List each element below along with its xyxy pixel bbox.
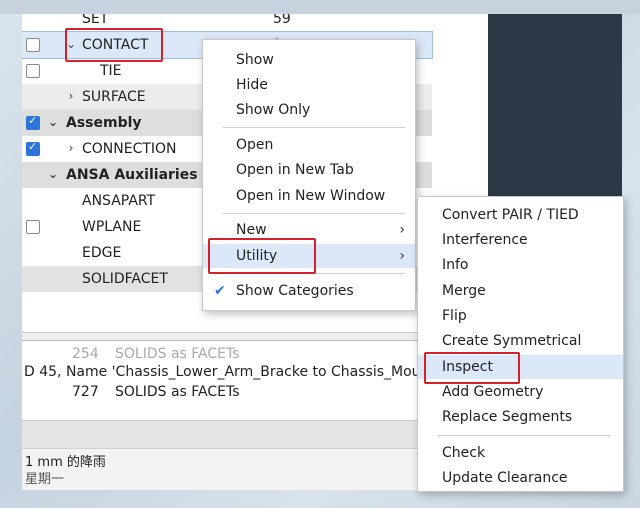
menu-item-show[interactable]: Show [203,48,415,72]
menu-item-label: Open [236,137,274,153]
submenu-item-update-clearance[interactable]: Update Clearance [418,466,623,490]
submenu-item-check[interactable]: Check [418,441,623,465]
submenu-item-label: Replace Segments [442,409,573,425]
submenu-item-info[interactable]: Info [418,253,623,277]
log-count: 254 [72,346,99,362]
submenu-item-merge[interactable]: Merge [418,279,623,303]
tree-group-label: ANSA Auxiliaries [66,167,198,183]
annotation-box-inspect [424,352,520,384]
annotation-box-utility [208,238,316,274]
chevron-down-icon[interactable]: ⌄ [47,166,59,182]
submenu-item-label: Merge [442,283,486,299]
weather-widget: 1 mm 的降雨 星期一 [22,448,417,490]
row-checkbox[interactable] [26,38,40,52]
menu-item-open-new-tab[interactable]: Open in New Tab [203,158,415,182]
menu-divider [223,127,405,128]
row-checkbox[interactable] [26,114,40,130]
chevron-right-icon[interactable]: › [65,88,77,104]
weather-text: 1 mm 的降雨 [25,455,106,470]
chevron-down-icon[interactable]: ⌄ [47,114,59,130]
menu-item-show-only[interactable]: Show Only [203,98,415,122]
top-strip [0,0,640,14]
log-text: SOLIDS as FACETs [115,384,240,400]
log-text: D 45, Name 'Chassis_Lower_Arm_Bracke to … [24,364,430,380]
submenu-item-label: Update Clearance [442,470,568,486]
log-count: 727 [72,384,99,400]
submenu-item-label: Check [442,445,486,461]
menu-item-label: Show Only [236,102,311,118]
checkmark-icon: ✔ [214,283,226,299]
menu-item-label: Open in New Tab [236,162,354,178]
tree-row-label: SET [82,14,109,27]
menu-item-show-categories[interactable]: ✔ Show Categories [203,279,415,303]
submenu-item-label: Flip [442,308,467,324]
log-text: SOLIDS as FACETs [115,346,240,362]
menu-item-label: Hide [236,77,268,93]
chevron-right-icon[interactable]: › [65,140,77,156]
submenu-item-convert-pair-tied[interactable]: Convert PAIR / TIED [418,203,623,227]
graphics-viewport[interactable] [488,14,622,198]
tree-row-label: ANSAPART [82,193,156,209]
submenu-item-interference[interactable]: Interference [418,228,623,252]
tree-row-count: 59 [273,14,291,27]
submenu-item-label: Interference [442,232,528,248]
submenu-item-label: Convert PAIR / TIED [442,207,579,223]
submenu-item-flip[interactable]: Flip [418,304,623,328]
utility-submenu: Convert PAIR / TIED Interference Info Me… [417,196,624,492]
chevron-right-icon: › [399,248,405,264]
submenu-item-label: Create Symmetrical [442,333,582,349]
submenu-item-create-symmetrical[interactable]: Create Symmetrical [418,329,623,353]
menu-item-open-new-window[interactable]: Open in New Window [203,184,415,208]
row-checkbox[interactable] [26,220,40,234]
tree-row-label: CONNECTION [82,141,177,157]
row-checkbox[interactable] [26,64,40,78]
tree-row-label: EDGE [82,245,122,261]
annotation-box-contact [65,28,163,62]
menu-item-label: Open in New Window [236,188,386,204]
tree-row-label: SURFACE [82,89,146,105]
tree-group-label: Assembly [66,115,142,131]
menu-item-label: Show Categories [236,283,354,299]
menu-divider [223,213,405,214]
tree-row-label: WPLANE [82,219,142,235]
menu-item-hide[interactable]: Hide [203,73,415,97]
row-checkbox[interactable] [26,140,40,156]
tree-row-label: TIE [100,63,122,79]
menu-divider [438,435,610,436]
menu-item-open[interactable]: Open [203,133,415,157]
command-bar [22,420,417,449]
tree-row-label: SOLIDFACET [82,271,168,287]
weekday-text: 星期一 [25,472,65,487]
chevron-right-icon: › [399,222,405,238]
submenu-item-label: Info [442,257,469,273]
message-log: 254 SOLIDS as FACETs D 45, Name 'Chassis… [22,340,429,421]
submenu-item-replace-segments[interactable]: Replace Segments [418,405,623,429]
menu-item-label: Show [236,52,274,68]
